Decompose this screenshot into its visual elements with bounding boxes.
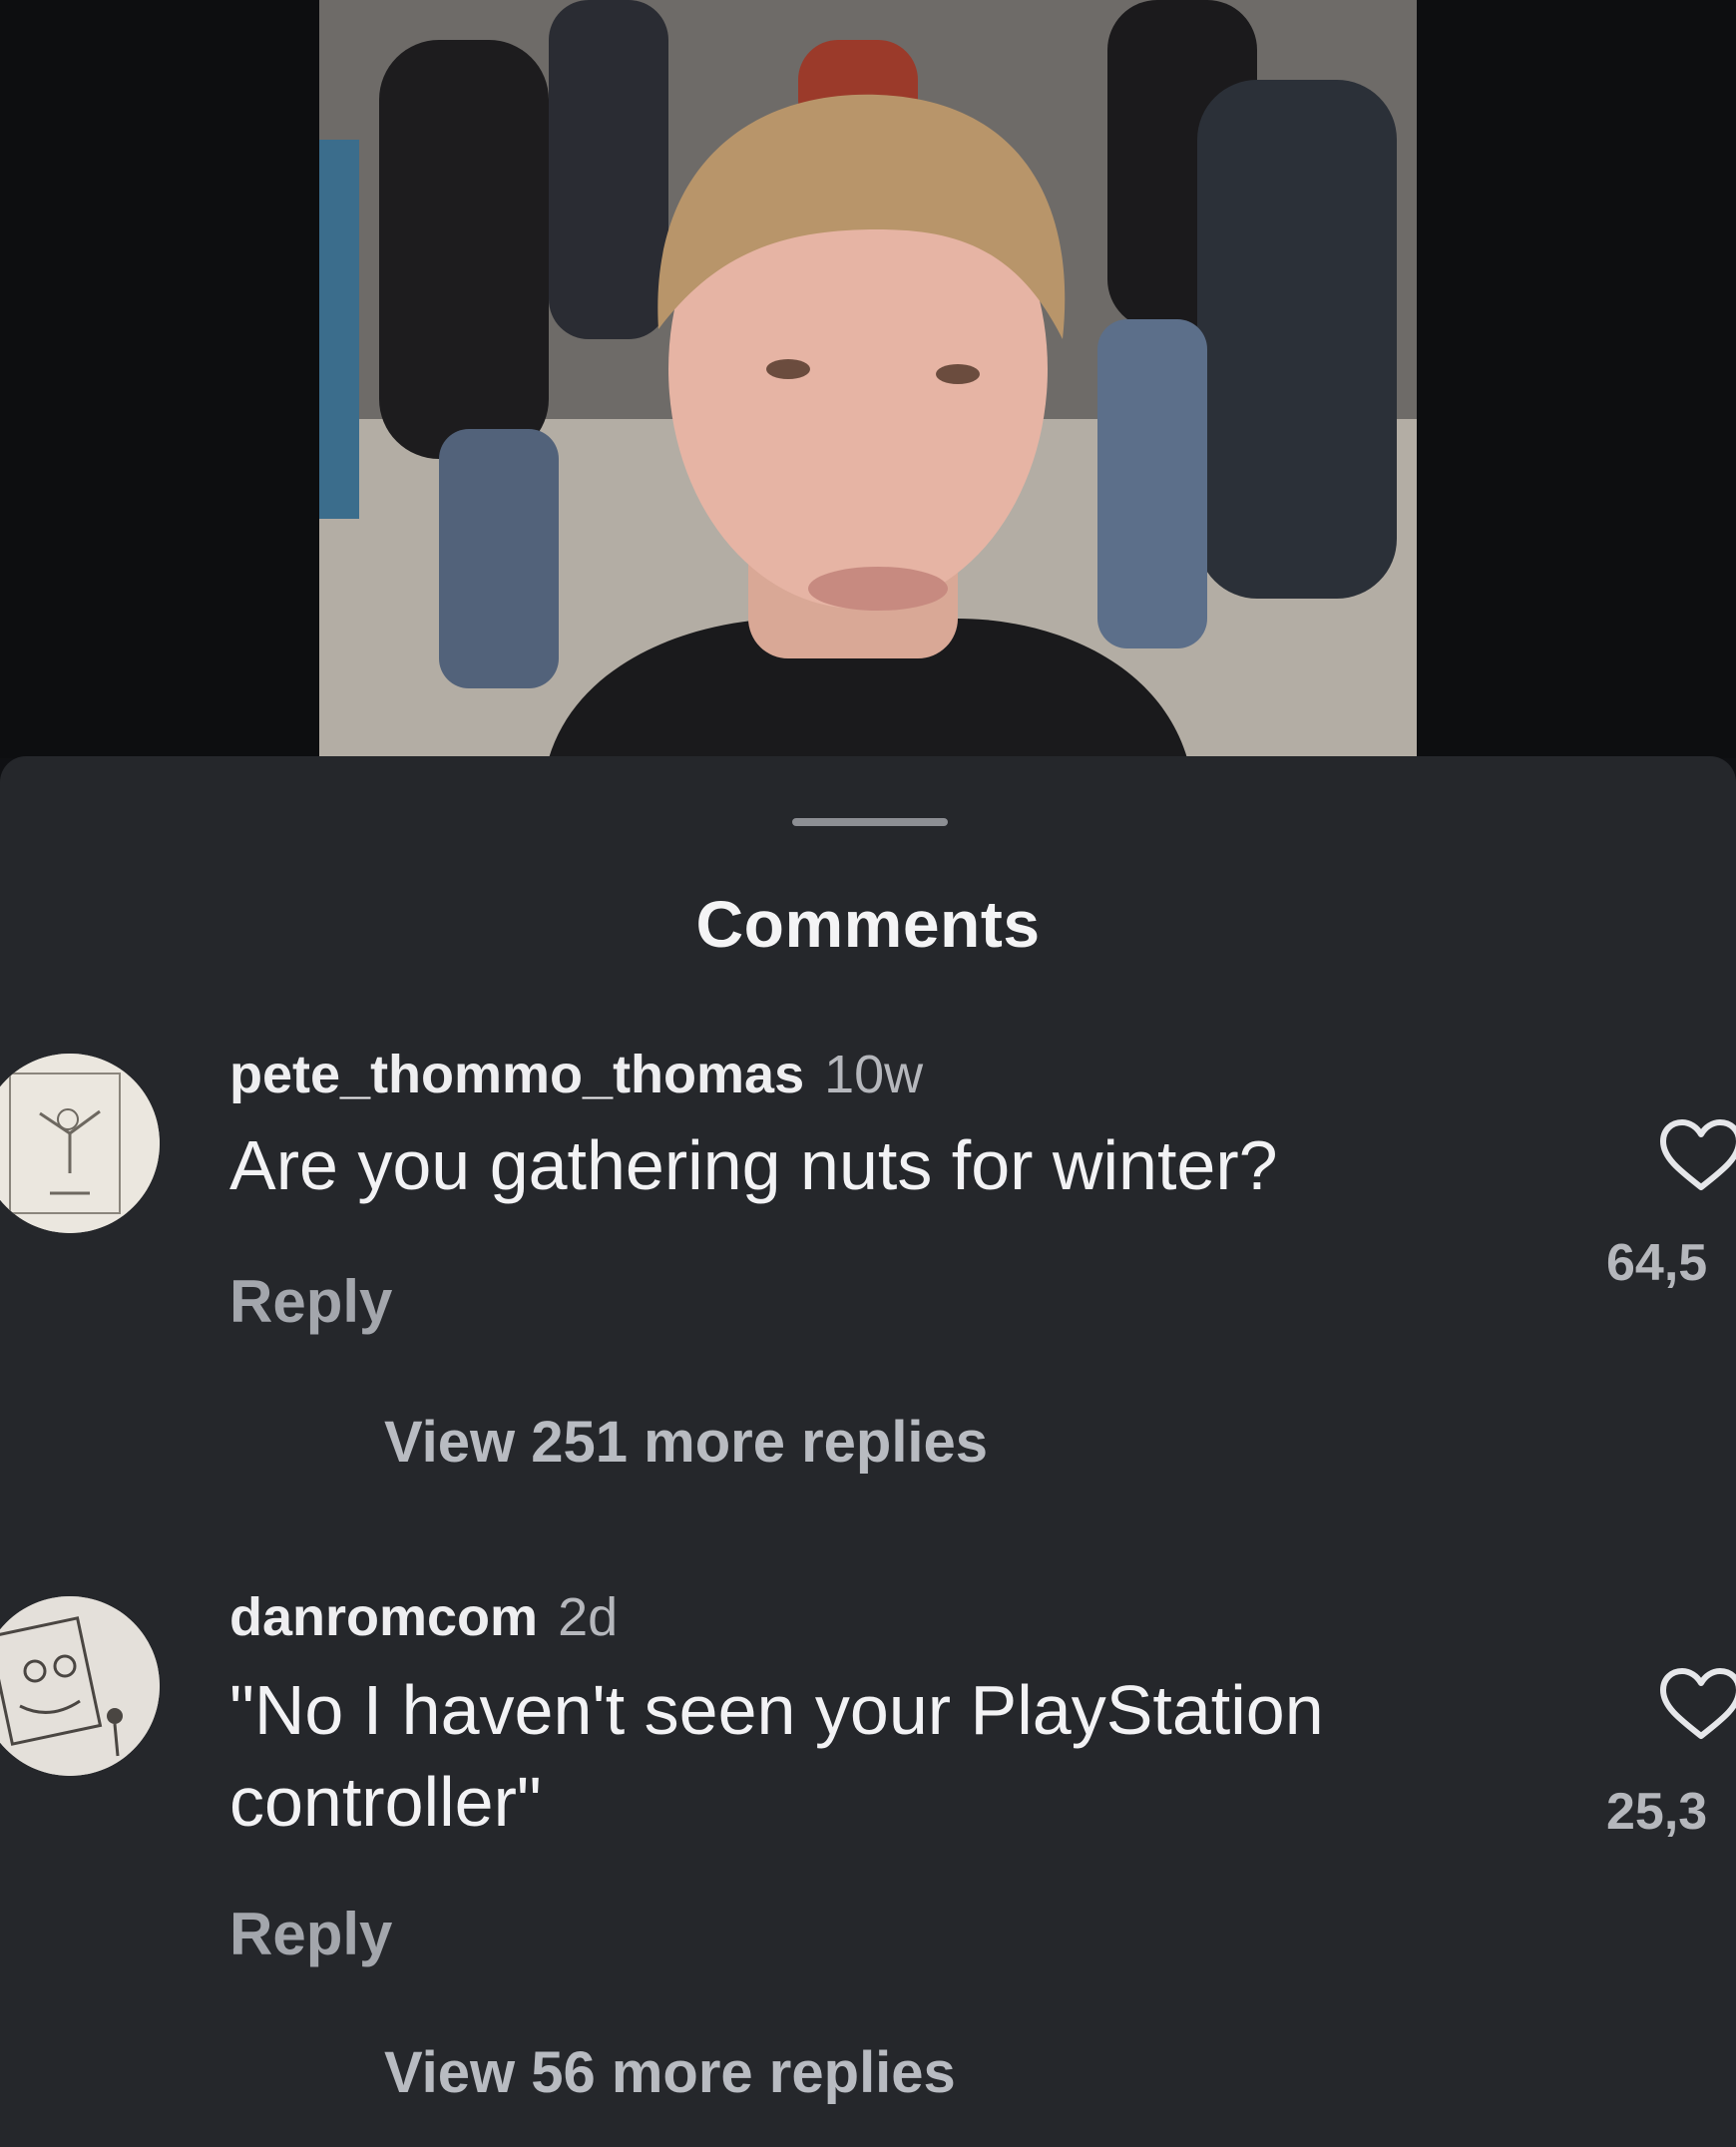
like-button[interactable]: 64,5 <box>1606 1117 1736 1293</box>
comment-header: pete_thommo_thomas 10w <box>229 1044 923 1105</box>
comment-text: Are you gathering nuts for winter? <box>229 1126 1278 1204</box>
username[interactable]: pete_thommo_thomas <box>229 1045 804 1104</box>
sketch-avatar-icon <box>0 1596 160 1776</box>
heart-icon <box>1660 1668 1736 1739</box>
avatar[interactable] <box>0 1054 160 1233</box>
like-button[interactable]: 25,3 <box>1606 1666 1736 1842</box>
screen: Comments pete_thommo_thomas 10w Are you g… <box>0 0 1736 2147</box>
sketch-avatar-icon <box>0 1054 160 1233</box>
comments-sheet: Comments pete_thommo_thomas 10w Are you g… <box>0 756 1736 2147</box>
comment-time: 10w <box>824 1045 924 1104</box>
view-more-replies-button[interactable]: View 56 more replies <box>384 2039 956 2106</box>
reply-button[interactable]: Reply <box>229 1267 392 1336</box>
drag-handle[interactable] <box>792 818 948 826</box>
video-thumbnail <box>319 0 1417 758</box>
sheet-title: Comments <box>695 887 1041 961</box>
like-count: 64,5 <box>1606 1234 1708 1292</box>
video-player[interactable] <box>0 0 1736 758</box>
heart-icon <box>1660 1119 1736 1190</box>
avatar[interactable] <box>0 1596 160 1776</box>
video-frame[interactable] <box>319 0 1417 758</box>
reply-button[interactable]: Reply <box>229 1900 392 1968</box>
comment-header: danromcom 2d <box>229 1586 618 1648</box>
view-more-replies-button[interactable]: View 251 more replies <box>384 1409 988 1476</box>
like-count: 25,3 <box>1606 1783 1708 1841</box>
username[interactable]: danromcom <box>229 1587 538 1647</box>
comment-time: 2d <box>558 1587 619 1647</box>
comment-text: "No I haven't seen your PlayStation cont… <box>229 1671 1324 1841</box>
